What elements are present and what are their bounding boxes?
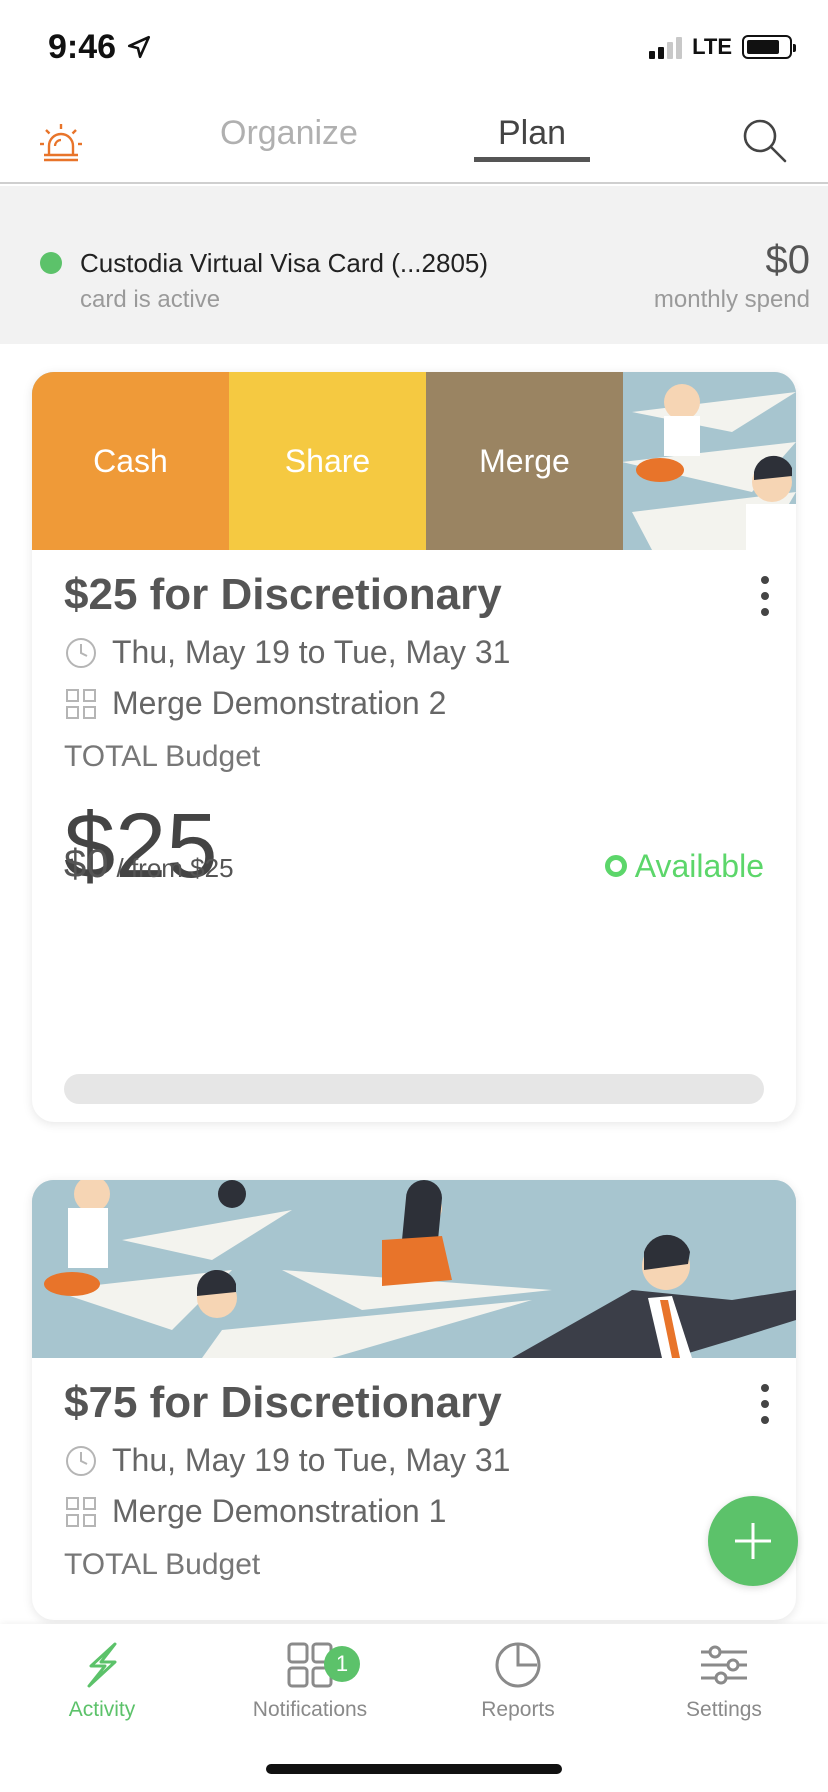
clock-icon xyxy=(66,1445,96,1476)
nav-reports[interactable]: Reports xyxy=(428,1640,608,1722)
card-active-indicator xyxy=(40,252,62,274)
clock-icon xyxy=(66,637,96,668)
availability-status: Available xyxy=(604,847,764,885)
settings-icon xyxy=(701,1645,747,1685)
card-info[interactable]: Custodia Virtual Visa Card (...2805) car… xyxy=(0,186,828,344)
monthly-spend-label: monthly spend xyxy=(653,286,810,313)
budget-dates-row: Thu, May 19 to Tue, May 31 xyxy=(64,634,764,671)
budget-title: $25 for Discretionary xyxy=(64,570,502,619)
available-indicator xyxy=(604,855,627,877)
grid-icon xyxy=(66,1496,96,1527)
nav-activity[interactable]: Activity xyxy=(12,1640,192,1722)
total-budget-label: TOTAL Budget xyxy=(64,740,261,773)
merge-button[interactable]: Merge xyxy=(426,372,623,550)
home-indicator[interactable] xyxy=(266,1764,562,1774)
nav-settings-label: Settings xyxy=(686,1698,762,1721)
notifications-badge: 1 xyxy=(324,1646,360,1682)
card-banner xyxy=(32,1180,796,1358)
budget-group: Merge Demonstration 2 xyxy=(112,685,447,721)
card-body: $75 for Discretionary Thu, May 19 to Tue… xyxy=(32,1358,796,1602)
cash-button[interactable]: Cash xyxy=(32,372,229,550)
add-button[interactable] xyxy=(708,1496,798,1586)
status-indicators: LTE xyxy=(649,34,796,60)
kebab-icon[interactable] xyxy=(760,1384,770,1424)
budget-card[interactable]: Cash Share Merge $25 for Discretionary T… xyxy=(32,372,796,1122)
search-icon[interactable] xyxy=(740,116,788,164)
nav-settings[interactable]: Settings xyxy=(634,1640,814,1722)
budget-group: Merge Demonstration 1 xyxy=(112,1493,447,1529)
nav-activity-label: Activity xyxy=(68,1698,136,1721)
total-budget-label: TOTAL Budget xyxy=(64,1548,261,1581)
nav-reports-label: Reports xyxy=(481,1698,555,1721)
spent-amount: $0 xyxy=(64,842,109,886)
signal-icon xyxy=(649,35,683,59)
nav-notifications[interactable]: Notifications 1 xyxy=(220,1640,400,1722)
spent-row: $0 / from $25 Available xyxy=(64,842,764,887)
card-status: card is active xyxy=(80,286,221,313)
time-text: 9:46 xyxy=(48,28,117,66)
share-button[interactable]: Share xyxy=(229,372,426,550)
budget-dates: Thu, May 19 to Tue, May 31 xyxy=(112,1442,511,1478)
status-bar: 9:46 LTE xyxy=(0,0,828,100)
spent-summary: $0 / from $25 xyxy=(64,842,234,887)
availability-label: Available xyxy=(634,847,764,884)
location-arrow-icon xyxy=(127,35,150,59)
card-name: Custodia Virtual Visa Card (...2805) xyxy=(80,248,489,278)
alarm-icon[interactable] xyxy=(38,120,84,166)
budget-dates: Thu, May 19 to Tue, May 31 xyxy=(112,634,511,670)
activity-icon xyxy=(87,1642,117,1688)
tab-plan[interactable]: Plan xyxy=(474,114,590,162)
budget-progress-bar xyxy=(64,1074,764,1104)
battery-icon xyxy=(742,35,796,59)
monthly-spend-amount: $0 xyxy=(765,238,811,282)
budget-title: $75 for Discretionary xyxy=(64,1378,502,1427)
nav-notifications-label: Notifications xyxy=(252,1698,368,1721)
reports-icon xyxy=(495,1642,541,1688)
card-banner: Cash Share Merge xyxy=(32,372,796,550)
budget-dates-row: Thu, May 19 to Tue, May 31 xyxy=(64,1442,764,1479)
card-actions: Cash Share Merge xyxy=(32,372,623,550)
budget-group-row: Merge Demonstration 2 xyxy=(64,685,764,722)
budget-group-row: Merge Demonstration 1 xyxy=(64,1493,764,1530)
tab-organize[interactable]: Organize xyxy=(220,114,358,153)
top-nav: Organize Plan xyxy=(0,100,828,184)
grid-icon xyxy=(66,688,96,719)
plus-icon xyxy=(735,1523,771,1559)
kebab-icon[interactable] xyxy=(760,576,770,616)
spent-from: / from $25 xyxy=(116,853,234,883)
budget-card[interactable]: $75 for Discretionary Thu, May 19 to Tue… xyxy=(32,1180,796,1620)
network-label: LTE xyxy=(692,34,732,59)
status-time: 9:46 xyxy=(48,28,152,67)
paper-planes-illustration xyxy=(32,1180,796,1358)
